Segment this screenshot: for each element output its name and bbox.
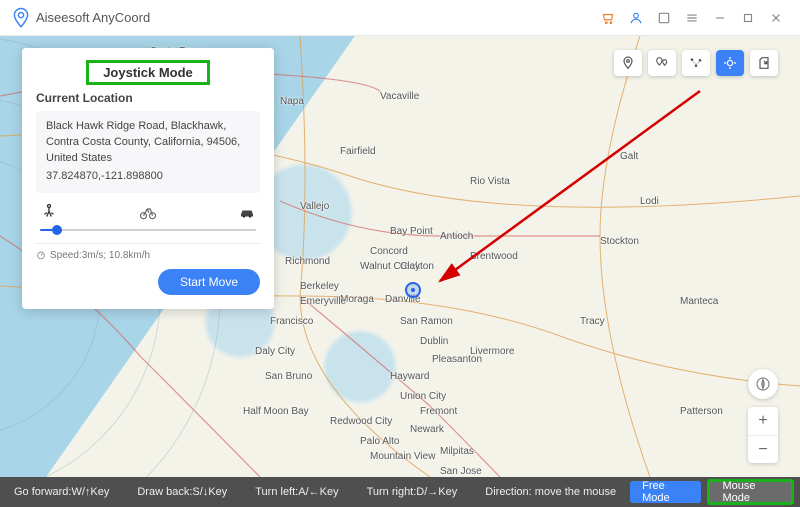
joystick-panel: Joystick Mode Current Location Black Haw… — [22, 48, 274, 309]
city-label: Rio Vista — [470, 176, 510, 187]
mode-two-pin-icon[interactable] — [648, 50, 676, 76]
titlebar: Aiseesoft AnyCoord — [0, 0, 800, 36]
city-label: Milpitas — [440, 446, 474, 457]
address-text: Black Hawk Ridge Road, Blackhawk, Contra… — [46, 119, 250, 167]
city-label: Clayton — [400, 261, 434, 272]
city-label: Hayward — [390, 371, 429, 382]
city-label: Daly City — [255, 346, 295, 357]
city-label: Dublin — [420, 336, 448, 347]
app-logo-icon — [12, 7, 30, 29]
user-icon[interactable] — [622, 4, 650, 32]
city-label: Emeryville — [300, 296, 346, 307]
panel-mode-title: Joystick Mode — [86, 60, 210, 85]
bike-icon[interactable] — [139, 203, 157, 221]
hint-back: Draw back:S/↓Key — [123, 486, 241, 498]
speed-slider[interactable] — [40, 223, 256, 237]
city-label: Concord — [370, 246, 408, 257]
zoom-control: + − — [748, 407, 778, 463]
city-label: Patterson — [680, 406, 723, 417]
city-label: San Jose — [440, 466, 482, 477]
location-marker — [405, 282, 421, 298]
menu-icon[interactable] — [678, 4, 706, 32]
city-label: Redwood City — [330, 416, 392, 427]
city-label: Brentwood — [470, 251, 518, 262]
city-label: Palo Alto — [360, 436, 399, 447]
hint-right: Turn right:D/→Key — [353, 486, 472, 498]
city-label: San Bruno — [265, 371, 312, 382]
hint-left: Turn left:A/←Key — [241, 486, 352, 498]
city-label: Newark — [410, 424, 444, 435]
mouse-mode-button[interactable]: Mouse Mode — [707, 479, 794, 505]
city-label: San Ramon — [400, 316, 453, 327]
window-icon[interactable] — [650, 4, 678, 32]
close-button[interactable] — [762, 4, 790, 32]
city-label: Berkeley — [300, 281, 339, 292]
city-label: Napa — [280, 96, 304, 107]
bottom-bar: Go forward:W/↑Key Draw back:S/↓Key Turn … — [0, 477, 800, 507]
city-label: Fremont — [420, 406, 457, 417]
mode-single-pin-icon[interactable] — [614, 50, 642, 76]
start-move-button[interactable]: Start Move — [158, 269, 260, 295]
free-mode-button[interactable]: Free Mode — [630, 481, 701, 503]
mode-export-icon[interactable] — [750, 50, 778, 76]
address-box: Black Hawk Ridge Road, Blackhawk, Contra… — [36, 111, 260, 193]
city-label: Stockton — [600, 236, 639, 247]
coords-text: 37.824870,-121.898800 — [46, 169, 250, 185]
mode-joystick-icon[interactable] — [716, 50, 744, 76]
city-label: Antioch — [440, 231, 473, 242]
zoom-in-button[interactable]: + — [748, 407, 778, 435]
zoom-out-button[interactable]: − — [748, 435, 778, 463]
city-label: Galt — [620, 151, 638, 162]
mode-route-icon[interactable] — [682, 50, 710, 76]
city-label: Manteca — [680, 296, 718, 307]
current-location-label: Current Location — [36, 91, 260, 105]
car-icon[interactable] — [238, 203, 256, 221]
city-label: Pleasanton — [432, 354, 482, 365]
minimize-button[interactable] — [706, 4, 734, 32]
city-label: Fairfield — [340, 146, 376, 157]
city-label: Union City — [400, 391, 446, 402]
app-title: Aiseesoft AnyCoord — [36, 10, 150, 25]
walk-icon[interactable] — [40, 203, 58, 221]
city-label: Francisco — [270, 316, 313, 327]
city-label: Richmond — [285, 256, 330, 267]
speed-mode-row — [36, 193, 260, 223]
hint-forward: Go forward:W/↑Key — [0, 486, 123, 498]
city-label: Vallejo — [300, 201, 329, 212]
city-label: Vacaville — [380, 91, 419, 102]
maximize-button[interactable] — [734, 4, 762, 32]
city-label: Lodi — [640, 196, 659, 207]
city-label: Half Moon Bay — [243, 406, 309, 417]
cart-icon[interactable] — [594, 4, 622, 32]
city-label: Bay Point — [390, 226, 433, 237]
city-label: Mountain View — [370, 451, 435, 462]
hint-direction: Direction: move the mouse — [471, 486, 630, 498]
mode-toolbar — [614, 50, 778, 76]
city-label: Tracy — [580, 316, 605, 327]
speed-readout: Speed:3m/s; 10.8km/h — [36, 250, 260, 261]
compass-button[interactable] — [748, 369, 778, 399]
